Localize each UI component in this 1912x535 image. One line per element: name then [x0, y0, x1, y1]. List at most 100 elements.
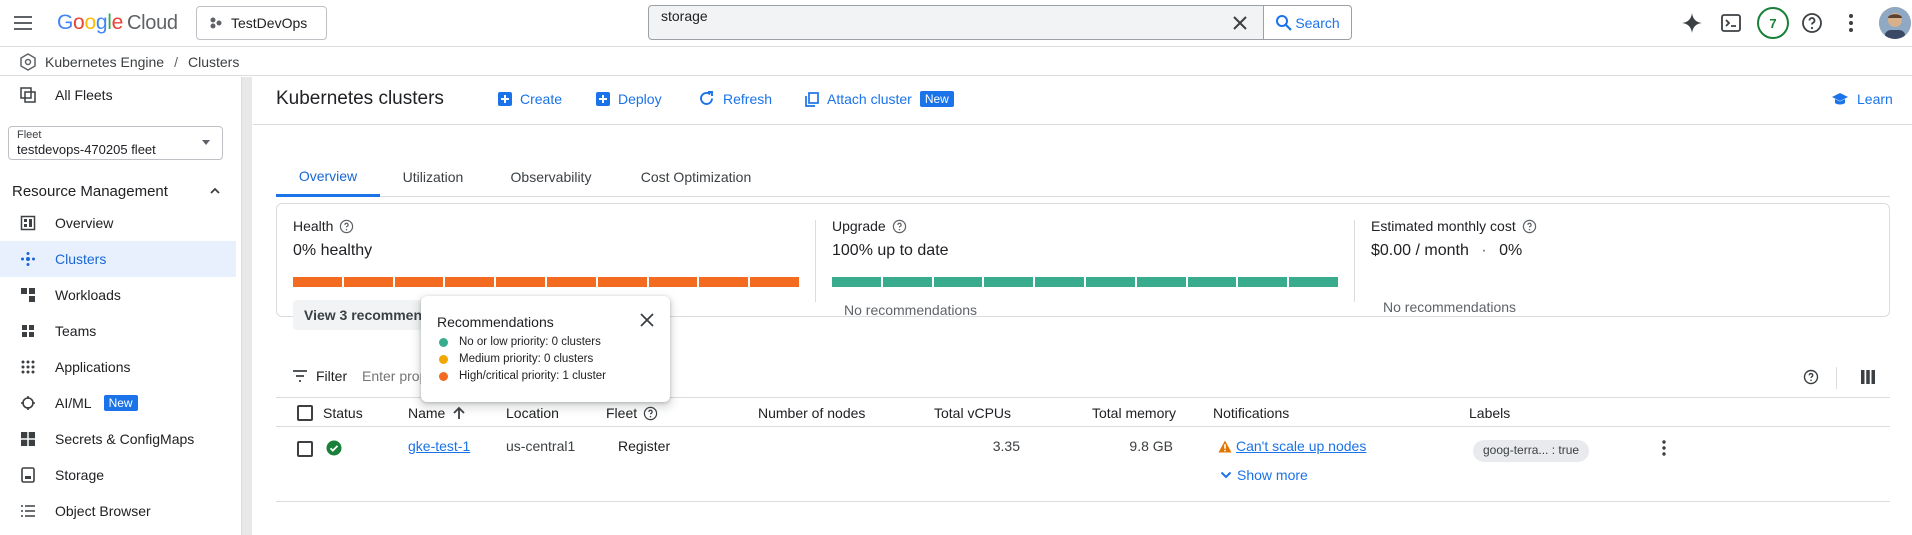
bar-segment	[1085, 277, 1135, 287]
more-vert-icon[interactable]	[1655, 439, 1673, 457]
breadcrumb-current[interactable]: Clusters	[188, 54, 239, 70]
column-notifications[interactable]: Notifications	[1213, 405, 1289, 421]
upgrade-value: 100% up to date	[832, 242, 949, 259]
status-dot	[439, 371, 448, 381]
search-icon	[1276, 14, 1293, 31]
cant-scale-up-link[interactable]: Can't scale up nodes	[1236, 438, 1366, 454]
sidebar-item-clusters[interactable]: Clusters	[0, 241, 236, 277]
column-status[interactable]: Status	[323, 405, 363, 421]
upgrade-progress-bar	[832, 277, 1338, 287]
cost-title: Estimated monthly cost	[1371, 218, 1516, 234]
sidebar-item-secrets[interactable]: Secrets & ConfigMaps	[0, 421, 236, 457]
health-title: Health	[293, 218, 334, 234]
column-display-icon[interactable]	[1861, 370, 1875, 384]
refresh-button[interactable]: Refresh	[698, 90, 772, 107]
learn-button[interactable]: Learn	[1831, 91, 1893, 107]
sidebar-item-workloads[interactable]: Workloads	[0, 277, 236, 313]
clusters-icon	[21, 252, 35, 266]
sidebar-item-label: Overview	[55, 215, 114, 231]
status-dot	[439, 354, 448, 364]
search-button[interactable]: Search	[1264, 5, 1352, 40]
page-title: Kubernetes clusters	[276, 88, 444, 109]
column-location[interactable]: Location	[506, 405, 559, 421]
sidebar-item-storage[interactable]: Storage	[0, 457, 236, 493]
sidebar-item-all-fleets[interactable]: All Fleets	[0, 77, 236, 113]
dashboard-icon	[20, 215, 36, 231]
sidebar-scrollbar[interactable]	[242, 77, 252, 535]
tab-utilization[interactable]: Utilization	[380, 157, 486, 197]
create-button[interactable]: Create	[498, 91, 562, 107]
help-icon[interactable]	[1800, 11, 1824, 35]
help-icon[interactable]	[1803, 369, 1819, 385]
avatar[interactable]	[1879, 7, 1911, 39]
chevron-down-icon	[1220, 471, 1232, 479]
column-total-memory[interactable]: Total memory	[1092, 405, 1176, 421]
show-more-button[interactable]: Show more	[1219, 467, 1308, 483]
attach-cluster-label: Attach cluster	[827, 91, 912, 107]
priority-low-text: No or low priority: 0 clusters	[459, 336, 601, 348]
create-label: Create	[520, 91, 563, 107]
ai-ml-icon	[21, 396, 35, 410]
column-total-vcpus[interactable]: Total vCPUs	[934, 405, 1011, 421]
row-checkbox[interactable]	[297, 441, 313, 457]
close-icon[interactable]	[637, 310, 657, 330]
bar-segment	[445, 277, 495, 287]
register-fleet-link[interactable]: Register	[618, 438, 670, 454]
label-chip[interactable]: goog-terra... : true	[1473, 440, 1590, 462]
column-number-of-nodes[interactable]: Number of nodes	[758, 405, 865, 421]
more-vert-icon[interactable]	[1839, 11, 1863, 35]
bar-segment	[750, 277, 799, 287]
health-progress-bar	[293, 277, 799, 287]
close-icon[interactable]	[1229, 12, 1251, 34]
priority-low-row: No or low priority: 0 clusters	[439, 336, 601, 348]
column-name[interactable]: Name	[408, 405, 467, 421]
deploy-button[interactable]: Deploy	[596, 91, 662, 107]
help-icon[interactable]	[1522, 219, 1537, 234]
resource-management-header[interactable]: Resource Management	[12, 180, 222, 202]
breadcrumb-root[interactable]: Kubernetes Engine	[45, 54, 164, 70]
cluster-name-link[interactable]: gke-test-1	[408, 438, 470, 454]
priority-high-row: High/critical priority: 1 cluster	[439, 370, 606, 382]
sidebar-item-ai-ml[interactable]: AI/ML New	[0, 385, 236, 421]
sidebar-item-label: Object Browser	[55, 503, 151, 519]
tab-observability[interactable]: Observability	[486, 157, 616, 197]
cost-separator: ·	[1481, 242, 1487, 259]
cloud-shell-icon[interactable]	[1719, 11, 1743, 35]
view-recommendations-button[interactable]: View 3 recommendations	[293, 300, 433, 330]
gemini-icon[interactable]	[1680, 11, 1704, 35]
column-labels[interactable]: Labels	[1469, 405, 1510, 421]
bar-segment	[1035, 277, 1084, 287]
select-all-checkbox[interactable]	[297, 405, 313, 421]
sidebar-item-object-browser[interactable]: Object Browser	[0, 493, 236, 529]
show-more-label: Show more	[1237, 467, 1308, 483]
cluster-memory: 9.8 GB	[1129, 438, 1173, 454]
project-picker-button[interactable]: TestDevOps	[196, 6, 327, 40]
tab-overview[interactable]: Overview	[276, 157, 380, 197]
help-icon[interactable]	[643, 406, 658, 421]
sidebar-item-applications[interactable]: Applications	[0, 349, 236, 385]
search-input[interactable]	[661, 8, 1201, 24]
cost-title-row: Estimated monthly cost	[1371, 218, 1537, 234]
fleet-select[interactable]: Fleet testdevops-470205 fleet	[8, 126, 223, 160]
tab-cost-optimization[interactable]: Cost Optimization	[616, 157, 776, 197]
attach-cluster-button[interactable]: Attach cluster New	[805, 91, 954, 107]
project-name: TestDevOps	[231, 15, 308, 31]
bar-segment	[1136, 277, 1186, 287]
column-fleet[interactable]: Fleet	[606, 405, 658, 421]
sidebar-item-teams[interactable]: Teams	[0, 313, 236, 349]
sidebar-item-label: Workloads	[55, 287, 121, 303]
breadcrumb: Kubernetes Engine / Clusters	[0, 48, 1912, 76]
help-icon[interactable]	[892, 219, 907, 234]
search-button-label: Search	[1295, 14, 1340, 31]
filter-button[interactable]: Filter	[292, 368, 347, 384]
column-name-label: Name	[408, 405, 446, 421]
bar-segment	[343, 277, 393, 287]
cost-metric: Estimated monthly cost $0.00 / month · 0…	[1355, 204, 1890, 316]
menu-icon[interactable]	[11, 11, 35, 35]
notifications-badge[interactable]: 7	[1757, 7, 1789, 39]
sidebar-item-label: Applications	[55, 359, 131, 375]
google-cloud-logo[interactable]: Google Cloud	[57, 11, 178, 35]
help-icon[interactable]	[339, 219, 354, 234]
sidebar-item-overview[interactable]: Overview	[0, 205, 236, 241]
bar-segment	[699, 277, 749, 287]
